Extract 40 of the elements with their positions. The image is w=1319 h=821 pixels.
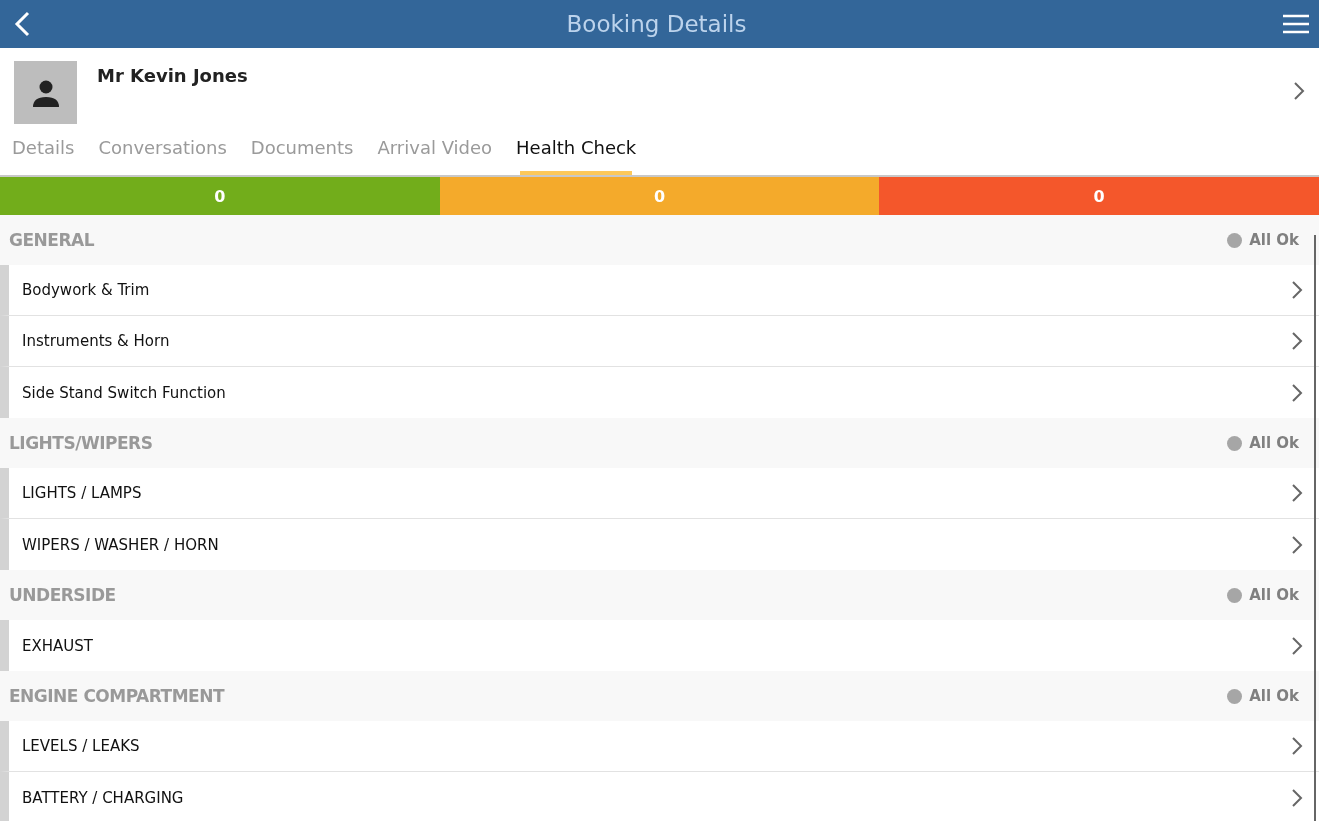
- chevron-right-icon: [1291, 787, 1303, 808]
- status-label: All Ok: [1249, 586, 1299, 604]
- chevron-right-icon: [1291, 534, 1303, 555]
- section-title: GENERAL: [9, 230, 94, 250]
- back-icon: [14, 11, 30, 37]
- check-item-label: Bodywork & Trim: [22, 281, 150, 299]
- check-item[interactable]: Bodywork & Trim: [0, 265, 1319, 316]
- check-item-label: EXHAUST: [22, 636, 93, 655]
- check-item-label: LIGHTS / LAMPS: [22, 484, 142, 502]
- chevron-right-icon: [1291, 382, 1303, 403]
- customer-details-button[interactable]: [1293, 81, 1305, 101]
- check-item-label: Side Stand Switch Function: [22, 383, 226, 402]
- check-item[interactable]: LEVELS / LEAKS: [0, 721, 1319, 772]
- chevron-right-icon: [1291, 635, 1303, 656]
- check-item-label: WIPERS / WASHER / HORN: [22, 535, 219, 554]
- chevron-right-icon: [1293, 81, 1305, 101]
- status-label: All Ok: [1249, 687, 1299, 705]
- customer-name: Mr Kevin Jones: [97, 65, 249, 86]
- menu-button[interactable]: [1283, 14, 1309, 34]
- status-label: All Ok: [1249, 434, 1299, 452]
- tab[interactable]: Health Check: [504, 125, 649, 175]
- chevron-right-icon: [1291, 331, 1303, 351]
- menu-icon: [1283, 14, 1309, 34]
- check-item-label: BATTERY / CHARGING: [22, 788, 184, 807]
- chevron-right-icon: [1291, 736, 1303, 756]
- count-segment: 0: [0, 177, 440, 215]
- chevron-right-icon: [1291, 280, 1303, 300]
- count-segment: 0: [439, 177, 880, 215]
- back-button[interactable]: [14, 11, 30, 37]
- chevron-right-icon: [1291, 483, 1303, 503]
- section-title: LIGHTS/WIPERS: [9, 433, 153, 453]
- status-label: All Ok: [1249, 231, 1299, 249]
- check-item[interactable]: LIGHTS / LAMPS: [0, 468, 1319, 519]
- check-item-label: Instruments & Horn: [22, 332, 170, 350]
- check-item[interactable]: Instruments & Horn: [0, 316, 1319, 367]
- section-title: UNDERSIDE: [9, 585, 116, 605]
- count-segment: 0: [879, 177, 1319, 215]
- check-item-label: LEVELS / LEAKS: [22, 737, 140, 755]
- page-title: Booking Details: [566, 11, 747, 37]
- section-title: ENGINE COMPARTMENT: [9, 686, 225, 706]
